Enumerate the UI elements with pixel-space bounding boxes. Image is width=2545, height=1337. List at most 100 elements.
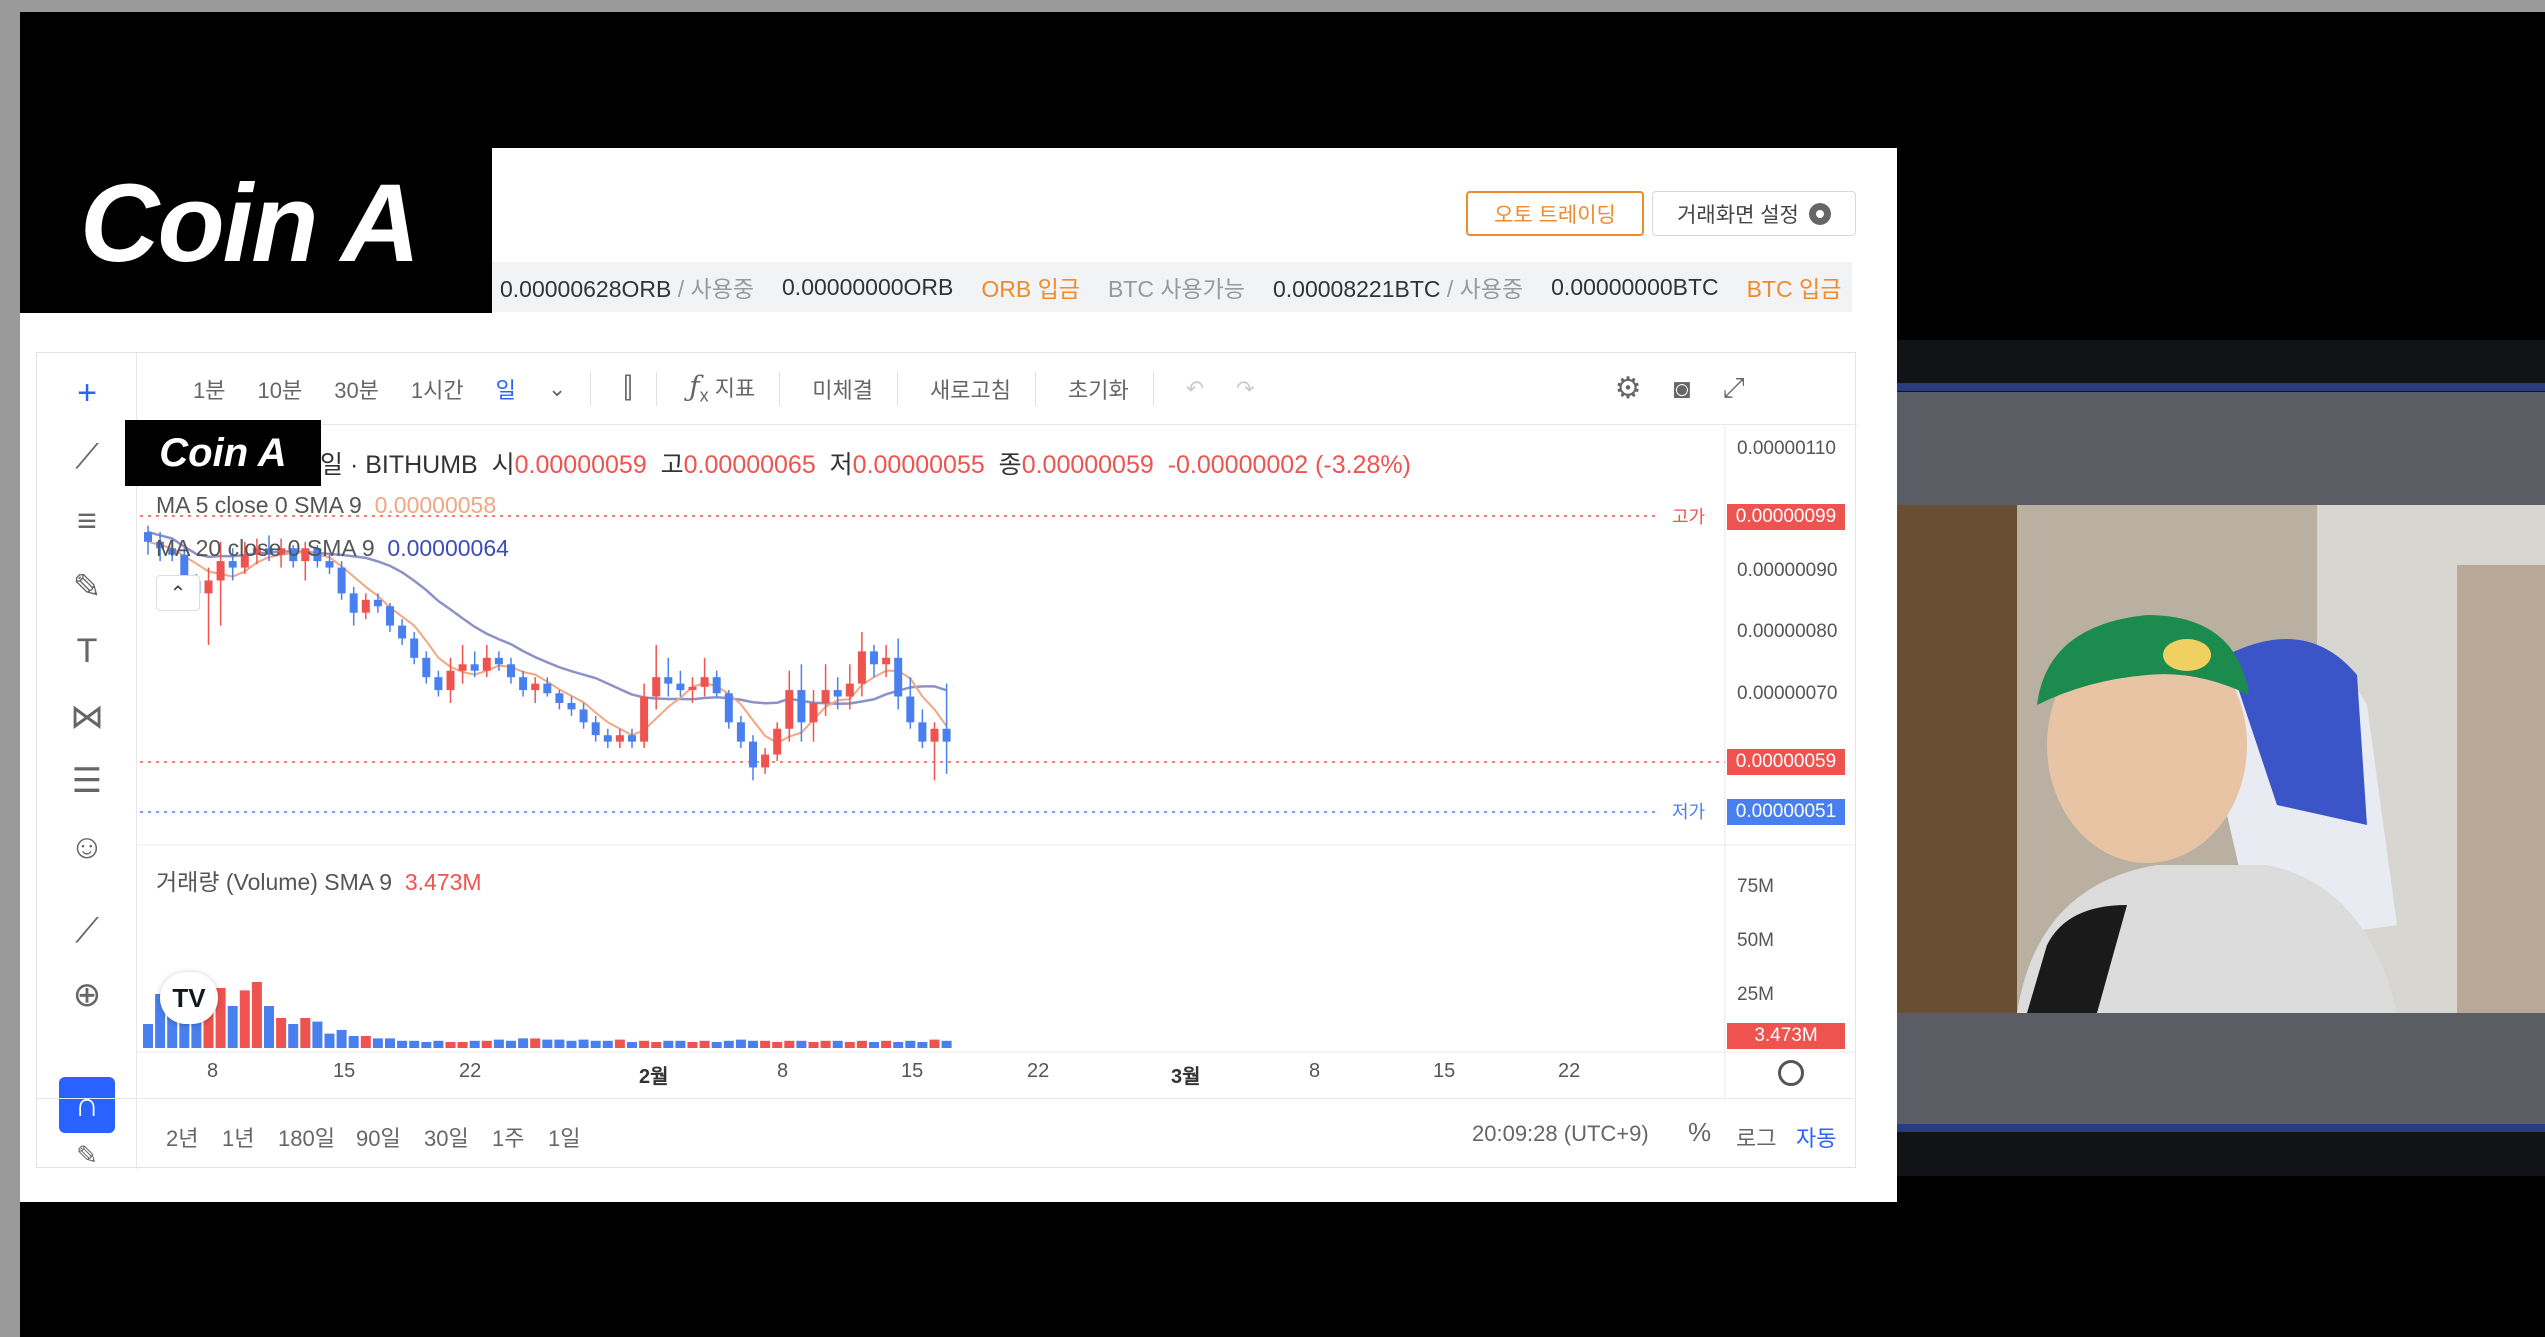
range-90d[interactable]: 90일: [356, 1121, 401, 1153]
webcam-border: [1897, 1124, 2545, 1132]
redo-icon[interactable]: ↷: [1236, 376, 1254, 402]
fullscreen-icon[interactable]: ⤢: [1722, 372, 1744, 405]
time-label-month: 2월: [639, 1066, 669, 1088]
text-tool-icon[interactable]: T: [63, 627, 111, 675]
gear-icon: [1808, 202, 1831, 225]
range-2y[interactable]: 2년: [166, 1121, 198, 1153]
undo-icon[interactable]: ↶: [1186, 376, 1204, 402]
webcam-video: [1897, 505, 2545, 1013]
time-label: 8: [207, 1060, 219, 1082]
low-label: 저: [829, 451, 853, 479]
orb-available: 0.00000628ORB / 사용중: [500, 276, 755, 302]
toolbar-divider: [1152, 371, 1154, 406]
range-180d[interactable]: 180일: [278, 1121, 335, 1153]
auto-trading-button[interactable]: 오토 트레이딩: [1466, 191, 1644, 236]
tradingview-logo: TV: [160, 972, 218, 1024]
reset-button[interactable]: 초기화: [1068, 373, 1129, 405]
last-price-tag: 0.00000059: [1727, 749, 1845, 775]
open-value: 0.00000059: [514, 451, 647, 479]
ma20-legend: MA 20 close 0 SMA 9 0.00000064: [156, 535, 509, 562]
btc-deposit-link[interactable]: BTC 입금: [1747, 270, 1842, 304]
low-price-tag: 0.00000051: [1727, 799, 1845, 825]
left-border: [0, 0, 20, 1337]
time-label: 8: [777, 1060, 789, 1082]
auto-toggle[interactable]: 자동: [1796, 1121, 1836, 1153]
horizontal-lines-icon[interactable]: ≡: [63, 497, 111, 545]
indicator-label: 지표: [714, 376, 756, 402]
clock: 20:09:28 (UTC+9): [1472, 1121, 1649, 1146]
high-price-tag: 0.00000099: [1727, 504, 1845, 530]
interval-day[interactable]: 일: [496, 373, 516, 405]
pattern-icon[interactable]: ⋈: [63, 693, 111, 741]
top-border: [0, 0, 2545, 12]
range-30d[interactable]: 30일: [424, 1121, 469, 1153]
change-value: -0.00000002 (-3.28%): [1167, 451, 1411, 479]
bottom-bar: 2년 1년 180일 90일 30일 1주 1일 20:09:28 (UTC+9…: [36, 1098, 1856, 1168]
trendline-icon[interactable]: ⟋: [63, 433, 111, 481]
brush-icon[interactable]: ✎: [63, 563, 111, 611]
screen-settings-button[interactable]: 거래화면 설정: [1652, 191, 1856, 236]
low-value: 0.00000055: [852, 451, 985, 479]
function-sub: x: [699, 385, 709, 406]
function-icon: ƒ: [689, 370, 700, 404]
webcam-border: [1897, 383, 2545, 391]
screen-settings-label: 거래화면 설정: [1677, 203, 1799, 227]
price-axis: 0.00000110 0.00000090 0.00000080 0.00000…: [1727, 426, 1855, 846]
toolbar-divider: [897, 371, 899, 406]
ruler-icon[interactable]: ⟋: [63, 907, 111, 955]
symbol-title: 일 · BITHUMB: [320, 451, 478, 479]
high-label: 고: [660, 451, 684, 479]
volume-axis: 75M 50M 25M 3.473M: [1727, 846, 1855, 1052]
coin-overlay-label: Coin A: [125, 420, 321, 486]
volume-tick: 75M: [1737, 876, 1774, 897]
orb-in-use: 0.00000000ORB: [782, 273, 954, 300]
volume-legend: 거래량 (Volume) SMA 9 3.473M: [156, 863, 482, 897]
refresh-button[interactable]: 새로고침: [930, 373, 1011, 405]
interval-30m[interactable]: 30분: [334, 373, 379, 405]
interval-1m[interactable]: 1분: [193, 373, 225, 405]
time-label: 22: [459, 1060, 482, 1082]
volume-value: 3.473M: [404, 869, 482, 895]
log-toggle[interactable]: 로그: [1736, 1121, 1776, 1153]
volume-tick: 25M: [1737, 984, 1774, 1005]
interval-1h[interactable]: 1시간: [411, 373, 464, 405]
chevron-down-icon[interactable]: ⌄: [548, 376, 566, 402]
toolbar-divider: [590, 371, 592, 406]
percent-toggle[interactable]: %: [1688, 1117, 1711, 1148]
balance-row: 0.00000628ORB / 사용중 0.00000000ORB ORB 입금…: [492, 262, 1852, 312]
close-value: 0.00000059: [1021, 451, 1154, 479]
price-tick: 0.00000090: [1737, 560, 1838, 581]
zoom-in-icon[interactable]: ⊕: [63, 971, 111, 1019]
volume-tick: 50M: [1737, 930, 1774, 951]
low-tag-label: 저가: [1672, 802, 1706, 822]
range-1w[interactable]: 1주: [492, 1121, 524, 1153]
orb-deposit-link[interactable]: ORB 입금: [981, 270, 1080, 304]
price-tick: 0.00000110: [1737, 438, 1836, 459]
range-1y[interactable]: 1년: [222, 1121, 254, 1153]
time-label: 8: [1309, 1060, 1321, 1082]
range-1d[interactable]: 1일: [548, 1121, 580, 1153]
fib-icon[interactable]: ☰: [63, 757, 111, 805]
candle-style-icon[interactable]: ⫿: [623, 372, 632, 405]
chart-toolbar: 1분 10분 30분 1시간 일 ⌄ ⫿ ƒx 지표 미체결 새로고침 초기화 …: [137, 353, 1857, 425]
btc-available: 0.00008221BTC / 사용중: [1272, 276, 1524, 302]
btc-in-use: 0.00000000BTC: [1551, 273, 1719, 300]
ma5-value: 0.00000058: [374, 492, 497, 518]
collapse-legend-button[interactable]: ⌃: [156, 575, 200, 611]
time-label-month: 3월: [1171, 1066, 1201, 1088]
interval-10m[interactable]: 10분: [257, 373, 302, 405]
unfilled-button[interactable]: 미체결: [812, 373, 873, 405]
crosshair-icon[interactable]: +: [63, 369, 111, 417]
settings-gear-icon[interactable]: ⚙: [1615, 371, 1642, 406]
ma20-label: MA 20 close 0 SMA 9: [156, 535, 375, 561]
price-tick: 0.00000080: [1737, 621, 1838, 642]
camera-icon[interactable]: ◙: [1674, 373, 1691, 405]
time-label: 22: [1027, 1060, 1050, 1082]
axis-settings-icon[interactable]: [1778, 1060, 1804, 1086]
indicator-button[interactable]: ƒx 지표: [689, 370, 755, 406]
emoji-icon[interactable]: ☺: [63, 823, 111, 871]
time-label: 22: [1558, 1060, 1581, 1082]
toolbar-divider: [656, 371, 658, 406]
ma20-value: 0.00000064: [387, 535, 509, 561]
drawing-toolbar: + ⟋ ≡ ✎ T ⋈ ☰ ☺ ⟋ ⊕ ∩ ✎: [37, 353, 137, 1170]
